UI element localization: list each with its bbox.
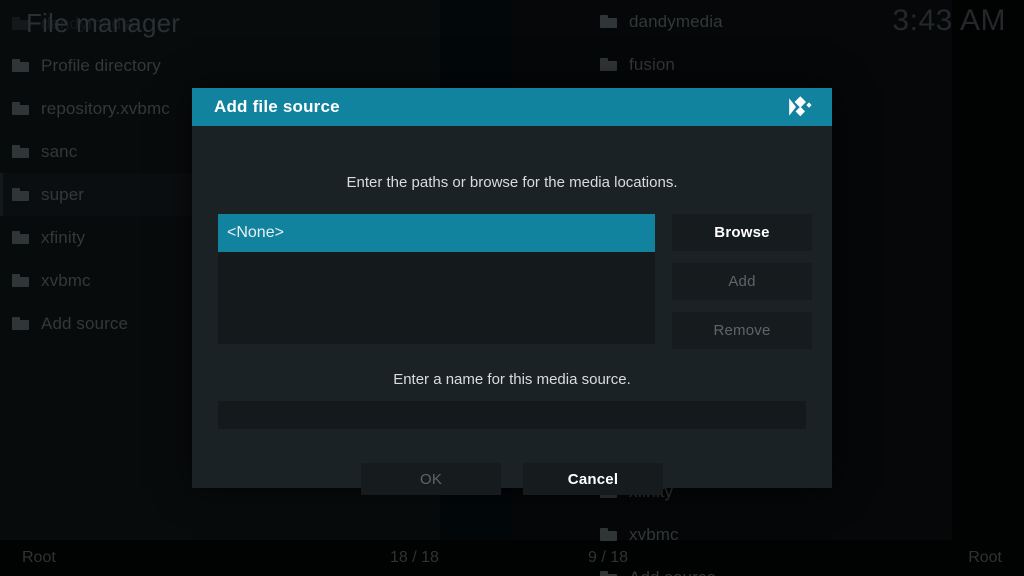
status-left-count: 18 / 18 bbox=[390, 549, 439, 566]
folder-icon bbox=[600, 58, 617, 71]
remove-button[interactable]: Remove bbox=[672, 312, 812, 349]
list-item-label: dandymedia bbox=[629, 11, 723, 31]
folder-icon bbox=[12, 274, 29, 287]
folder-icon bbox=[12, 231, 29, 244]
path-action-buttons: Browse Add Remove bbox=[672, 214, 812, 349]
folder-icon bbox=[600, 15, 617, 28]
list-item[interactable]: Profile directory bbox=[0, 44, 440, 87]
list-item-label: super bbox=[41, 184, 85, 204]
folder-icon bbox=[12, 145, 29, 158]
source-name-input[interactable] bbox=[218, 401, 806, 429]
folder-icon bbox=[12, 102, 29, 115]
status-left-path: Root bbox=[22, 549, 56, 566]
list-item-label: xfinity bbox=[41, 227, 86, 247]
browse-button[interactable]: Browse bbox=[672, 214, 812, 251]
list-item[interactable]: dandymedia bbox=[588, 0, 952, 43]
name-hint-label: Enter a name for this media source. bbox=[393, 371, 631, 388]
dialog-title: Add file source bbox=[214, 97, 340, 116]
folder-icon bbox=[12, 188, 29, 201]
list-item-label: repository.xvbmc bbox=[41, 98, 170, 118]
folder-icon bbox=[12, 317, 29, 330]
dialog-footer-buttons: OK Cancel bbox=[192, 463, 832, 495]
dialog-header: Add file source bbox=[192, 88, 832, 126]
list-item[interactable]: fusion bbox=[588, 43, 952, 86]
add-button[interactable]: Add bbox=[672, 263, 812, 300]
path-list-item[interactable]: <None> bbox=[218, 214, 655, 252]
page-title: File manager bbox=[26, 8, 181, 38]
list-item-label: xvbmc bbox=[41, 270, 91, 290]
folder-icon bbox=[12, 59, 29, 72]
status-right-path: Root bbox=[968, 549, 1002, 566]
kodi-logo-icon bbox=[786, 95, 812, 119]
dialog-body: Enter the paths or browse for the media … bbox=[192, 126, 832, 495]
right-panel-list-top: dandymedia fusion bbox=[588, 0, 952, 86]
kodi-screen: dandymedia File manager 3:43 AM Profile … bbox=[0, 0, 1024, 576]
list-item-label: sanc bbox=[41, 141, 78, 161]
ok-button[interactable]: OK bbox=[361, 463, 501, 495]
status-bar: Root 18 / 18 9 / 18 Root bbox=[0, 540, 1024, 576]
add-file-source-dialog: Add file source Enter the paths or brows… bbox=[192, 88, 832, 495]
status-right-count: 9 / 18 bbox=[588, 549, 629, 566]
list-item-label: Add source bbox=[41, 313, 128, 333]
list-item-label: fusion bbox=[629, 54, 675, 74]
path-list[interactable]: <None> bbox=[218, 214, 655, 344]
cancel-button[interactable]: Cancel bbox=[523, 463, 663, 495]
list-item-label: Profile directory bbox=[41, 55, 161, 75]
paths-hint-label: Enter the paths or browse for the media … bbox=[346, 174, 678, 191]
